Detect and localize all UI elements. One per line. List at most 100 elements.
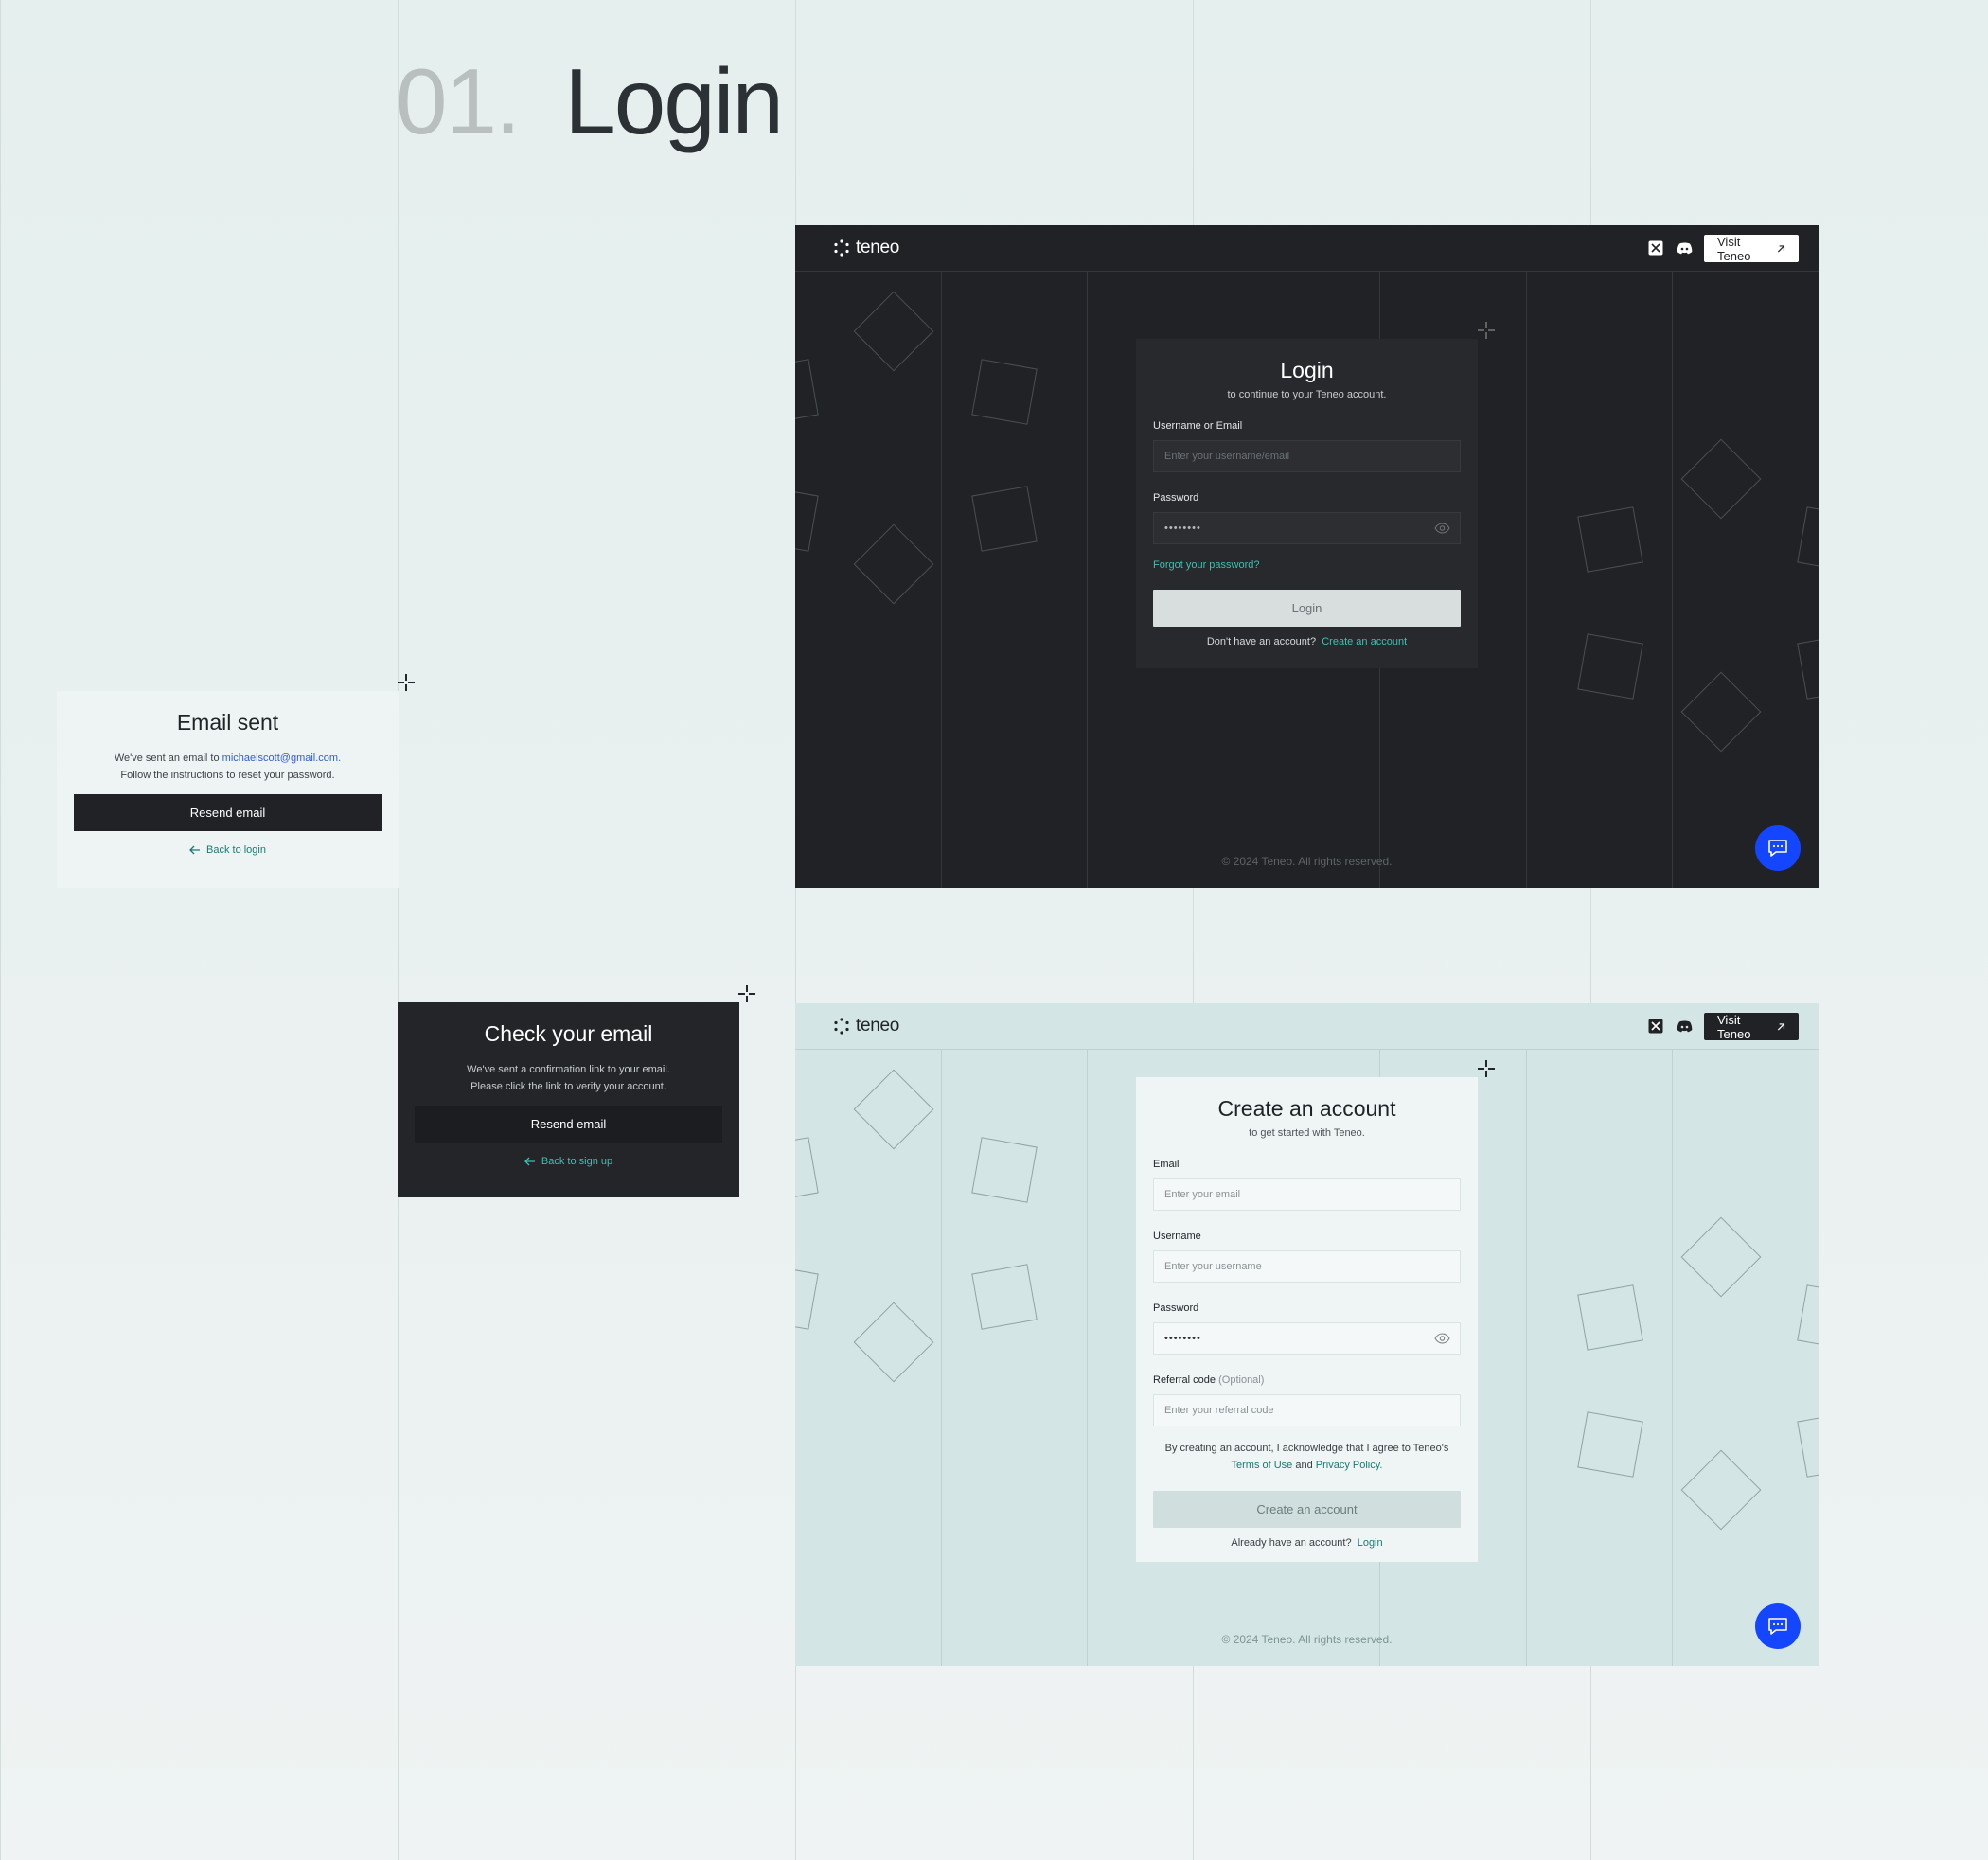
decorative-square — [1577, 1284, 1643, 1351]
create-account-link[interactable]: Create an account — [1322, 636, 1407, 647]
password-label: Password — [1153, 1302, 1199, 1314]
terms-of-use-link[interactable]: Terms of Use — [1232, 1460, 1293, 1471]
resend-email-button[interactable]: Resend email — [74, 794, 382, 831]
check-email-title: Check your email — [484, 1021, 653, 1046]
decorative-square — [1797, 506, 1819, 573]
teneo-logo[interactable]: teneo — [833, 1016, 899, 1036]
decorative-square — [971, 1264, 1038, 1330]
decorative-square — [795, 1264, 819, 1330]
decorative-square — [1680, 671, 1762, 753]
decorative-square — [1680, 1216, 1762, 1298]
login-prompt: Already have an account? Login — [1231, 1537, 1383, 1549]
username-label: Username or Email — [1153, 420, 1243, 432]
crosshair-icon — [738, 985, 755, 1002]
email-address: michaelscott@gmail.com. — [222, 753, 342, 764]
crosshair-icon — [398, 674, 415, 691]
optional-tag: (Optional) — [1218, 1374, 1265, 1386]
login-link[interactable]: Login — [1358, 1537, 1383, 1549]
top-bar: teneo Visit Teneo — [795, 225, 1819, 272]
crosshair-icon — [1478, 322, 1495, 339]
referral-code-input[interactable]: Enter your referral code — [1153, 1394, 1461, 1426]
login-title: Login — [1280, 358, 1334, 382]
decorative-square — [971, 1137, 1038, 1203]
back-to-login-link[interactable]: Back to login — [74, 844, 382, 856]
chat-button[interactable] — [1755, 1603, 1801, 1649]
email-input[interactable]: Enter your email — [1153, 1178, 1461, 1211]
password-input[interactable]: •••••••• — [1153, 1322, 1461, 1355]
eye-icon[interactable] — [1434, 523, 1450, 534]
eye-icon[interactable] — [1434, 1333, 1450, 1344]
check-email-card: Check your email We've sent a confirmati… — [398, 1002, 739, 1197]
login-screen: teneo Visit Teneo Login to continue to y… — [795, 225, 1819, 888]
resend-email-button[interactable]: Resend email — [415, 1106, 722, 1143]
x-icon — [1648, 1019, 1663, 1034]
chat-icon — [1768, 1618, 1787, 1635]
decorative-square — [853, 523, 934, 605]
referral-label: Referral code (Optional) — [1153, 1374, 1265, 1386]
signup-title: Create an account — [1217, 1096, 1396, 1121]
discord-social-link[interactable] — [1676, 239, 1693, 257]
forgot-password-link[interactable]: Forgot your password? — [1153, 559, 1260, 571]
decorative-square — [1797, 1411, 1819, 1478]
page-heading: 01. Login — [396, 55, 784, 148]
password-input[interactable]: •••••••• — [1153, 512, 1461, 544]
footer-copyright: © 2024 Teneo. All rights reserved. — [1221, 1633, 1393, 1646]
signup-subtitle: to get started with Teneo. — [1249, 1127, 1365, 1139]
x-social-link[interactable] — [1647, 239, 1664, 257]
decorative-square — [853, 1069, 934, 1150]
discord-social-link[interactable] — [1676, 1018, 1693, 1035]
footer-copyright: © 2024 Teneo. All rights reserved. — [1221, 855, 1393, 868]
check-email-message: We've sent a confirmation link to your e… — [467, 1064, 670, 1092]
decorative-square — [853, 291, 934, 372]
email-sent-title: Email sent — [176, 710, 279, 735]
x-social-link[interactable] — [1647, 1018, 1664, 1035]
email-sent-message: We've sent an email to michaelscott@gmai… — [114, 753, 342, 781]
arrow-left-icon — [189, 845, 200, 855]
decorative-square — [1577, 506, 1643, 573]
discord-icon — [1677, 242, 1692, 254]
signup-screen: teneo Visit Teneo Create an account to g… — [795, 1003, 1819, 1666]
decorative-square — [795, 1137, 819, 1203]
signup-card: Create an account to get started with Te… — [1136, 1077, 1478, 1562]
top-bar: teneo Visit Teneo — [795, 1003, 1819, 1050]
privacy-policy-link[interactable]: Privacy Policy. — [1316, 1460, 1383, 1471]
decorative-square — [1797, 633, 1819, 700]
decorative-square — [853, 1302, 934, 1383]
visit-teneo-button[interactable]: Visit Teneo — [1704, 1013, 1799, 1041]
discord-icon — [1677, 1020, 1692, 1032]
username-label: Username — [1153, 1231, 1201, 1242]
crosshair-icon — [1478, 1060, 1495, 1077]
decorative-square — [1577, 633, 1643, 700]
arrow-up-right-icon — [1778, 244, 1785, 252]
section-title: Login — [564, 49, 784, 153]
decorative-square — [795, 486, 819, 552]
arrow-up-right-icon — [1778, 1022, 1785, 1030]
visit-teneo-button[interactable]: Visit Teneo — [1704, 235, 1799, 263]
arrow-left-icon — [524, 1157, 535, 1166]
decorative-square — [1680, 438, 1762, 520]
legal-notice: By creating an account, I acknowledge th… — [1164, 1443, 1449, 1471]
create-account-button[interactable]: Create an account — [1153, 1491, 1461, 1528]
username-input[interactable]: Enter your username — [1153, 1250, 1461, 1283]
password-label: Password — [1153, 492, 1199, 504]
decorative-square — [1680, 1449, 1762, 1531]
x-icon — [1648, 240, 1663, 256]
decorative-square — [1577, 1411, 1643, 1478]
email-sent-card: Email sent We've sent an email to michae… — [57, 691, 399, 888]
login-subtitle: to continue to your Teneo account. — [1227, 389, 1387, 400]
decorative-square — [971, 359, 1038, 425]
username-input[interactable]: Enter your username/email — [1153, 440, 1461, 472]
login-button[interactable]: Login — [1153, 590, 1461, 627]
back-to-signup-link[interactable]: Back to sign up — [415, 1156, 722, 1167]
email-label: Email — [1153, 1159, 1180, 1170]
chat-icon — [1768, 840, 1787, 857]
login-card: Login to continue to your Teneo account.… — [1136, 339, 1478, 668]
teneo-logo-icon — [834, 1018, 849, 1035]
signup-prompt: Don't have an account? Create an account — [1206, 636, 1408, 647]
section-number: 01. — [396, 49, 521, 153]
teneo-logo[interactable]: teneo — [833, 238, 899, 258]
chat-button[interactable] — [1755, 825, 1801, 871]
decorative-square — [1797, 1284, 1819, 1351]
decorative-square — [971, 486, 1038, 552]
decorative-square — [795, 359, 819, 425]
